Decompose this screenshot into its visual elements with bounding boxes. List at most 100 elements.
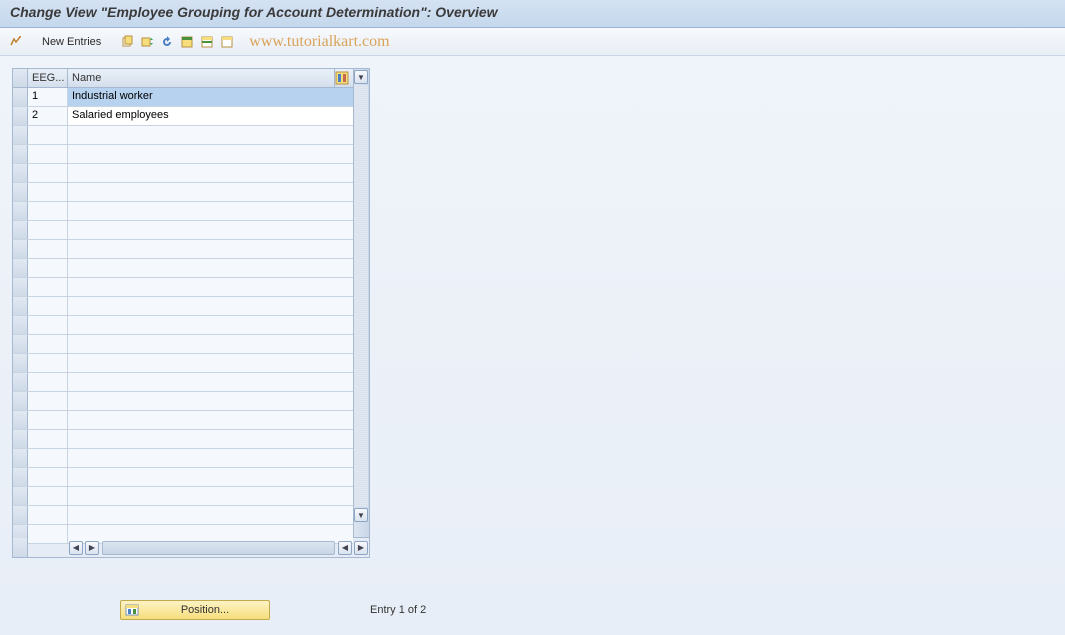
cell-name[interactable] <box>68 430 353 448</box>
row-selector-header[interactable] <box>13 69 28 87</box>
row-selector[interactable] <box>13 430 28 448</box>
table-row[interactable]: 1Industrial worker <box>13 88 353 107</box>
scroll-down-button[interactable]: ▼ <box>354 508 368 522</box>
table-row[interactable] <box>13 240 353 259</box>
table-row[interactable] <box>13 506 353 525</box>
cell-eeg[interactable] <box>28 354 68 372</box>
undo-icon[interactable] <box>159 34 175 50</box>
cell-name[interactable] <box>68 145 353 163</box>
row-selector[interactable] <box>13 126 28 144</box>
cell-eeg[interactable] <box>28 411 68 429</box>
scroll-track[interactable] <box>355 85 368 507</box>
row-selector[interactable] <box>13 202 28 220</box>
deselect-all-icon[interactable] <box>219 34 235 50</box>
cell-name[interactable] <box>68 392 353 410</box>
table-row[interactable] <box>13 316 353 335</box>
row-selector[interactable] <box>13 335 28 353</box>
position-button[interactable]: Position... <box>120 600 270 620</box>
row-selector[interactable] <box>13 506 28 524</box>
cell-name[interactable] <box>68 240 353 258</box>
cell-eeg[interactable] <box>28 449 68 467</box>
cell-name[interactable] <box>68 335 353 353</box>
new-entries-button[interactable]: New Entries <box>42 36 101 48</box>
column-header-eeg[interactable]: EEG... <box>28 69 68 87</box>
cell-eeg[interactable] <box>28 335 68 353</box>
select-all-icon[interactable] <box>179 34 195 50</box>
cell-eeg[interactable] <box>28 468 68 486</box>
scroll-bottom-button[interactable]: ▼ <box>354 70 368 84</box>
row-selector[interactable] <box>13 354 28 372</box>
vertical-scrollbar[interactable]: ▲ ▼ ▼ <box>353 69 369 537</box>
table-row[interactable] <box>13 221 353 240</box>
row-selector[interactable] <box>13 183 28 201</box>
table-row[interactable] <box>13 411 353 430</box>
table-row[interactable] <box>13 145 353 164</box>
row-selector[interactable] <box>13 487 28 505</box>
cell-name[interactable] <box>68 468 353 486</box>
row-selector[interactable] <box>13 316 28 334</box>
row-selector[interactable] <box>13 411 28 429</box>
table-row[interactable] <box>13 335 353 354</box>
row-selector[interactable] <box>13 88 28 106</box>
cell-name[interactable] <box>68 487 353 505</box>
cell-eeg[interactable] <box>28 316 68 334</box>
cell-eeg[interactable] <box>28 202 68 220</box>
cell-eeg[interactable] <box>28 373 68 391</box>
table-row[interactable] <box>13 468 353 487</box>
table-row[interactable] <box>13 183 353 202</box>
table-row[interactable] <box>13 202 353 221</box>
table-row[interactable] <box>13 259 353 278</box>
cell-name[interactable] <box>68 354 353 372</box>
cell-name[interactable] <box>68 278 353 296</box>
column-header-name[interactable]: Name <box>68 69 335 87</box>
copy-icon[interactable] <box>119 34 135 50</box>
row-selector[interactable] <box>13 468 28 486</box>
hscroll-right-button[interactable]: ◀ <box>338 541 352 555</box>
cell-eeg[interactable] <box>28 259 68 277</box>
cell-name[interactable] <box>68 373 353 391</box>
table-row[interactable]: 2Salaried employees <box>13 107 353 126</box>
cell-eeg[interactable] <box>28 392 68 410</box>
cell-name[interactable] <box>68 297 353 315</box>
table-row[interactable] <box>13 297 353 316</box>
row-selector[interactable] <box>13 145 28 163</box>
cell-eeg[interactable] <box>28 506 68 524</box>
row-selector[interactable] <box>13 107 28 125</box>
table-row[interactable] <box>13 126 353 145</box>
cell-name[interactable]: Salaried employees <box>68 107 353 125</box>
cell-name[interactable] <box>68 411 353 429</box>
table-row[interactable] <box>13 373 353 392</box>
hscroll-left-button[interactable]: ◀ <box>69 541 83 555</box>
table-row[interactable] <box>13 392 353 411</box>
table-row[interactable] <box>13 449 353 468</box>
hscroll-track[interactable] <box>102 541 335 555</box>
row-selector[interactable] <box>13 221 28 239</box>
row-selector[interactable] <box>13 297 28 315</box>
cell-name[interactable] <box>68 164 353 182</box>
cell-eeg[interactable] <box>28 164 68 182</box>
cell-eeg[interactable] <box>28 297 68 315</box>
cell-name[interactable] <box>68 221 353 239</box>
row-selector[interactable] <box>13 240 28 258</box>
cell-name[interactable] <box>68 126 353 144</box>
cell-name[interactable]: Industrial worker <box>68 88 353 106</box>
row-selector[interactable] <box>13 278 28 296</box>
copy-as-icon[interactable] <box>139 34 155 50</box>
table-row[interactable] <box>13 164 353 183</box>
table-row[interactable] <box>13 487 353 506</box>
row-selector[interactable] <box>13 392 28 410</box>
table-config-button[interactable] <box>335 69 353 87</box>
cell-eeg[interactable] <box>28 183 68 201</box>
row-selector[interactable] <box>13 373 28 391</box>
cell-name[interactable] <box>68 506 353 524</box>
cell-eeg[interactable]: 1 <box>28 88 68 106</box>
cell-eeg[interactable]: 2 <box>28 107 68 125</box>
cell-eeg[interactable] <box>28 126 68 144</box>
cell-eeg[interactable] <box>28 240 68 258</box>
table-row[interactable] <box>13 430 353 449</box>
row-selector[interactable] <box>13 164 28 182</box>
select-block-icon[interactable] <box>199 34 215 50</box>
table-row[interactable] <box>13 278 353 297</box>
row-selector[interactable] <box>13 449 28 467</box>
cell-eeg[interactable] <box>28 430 68 448</box>
